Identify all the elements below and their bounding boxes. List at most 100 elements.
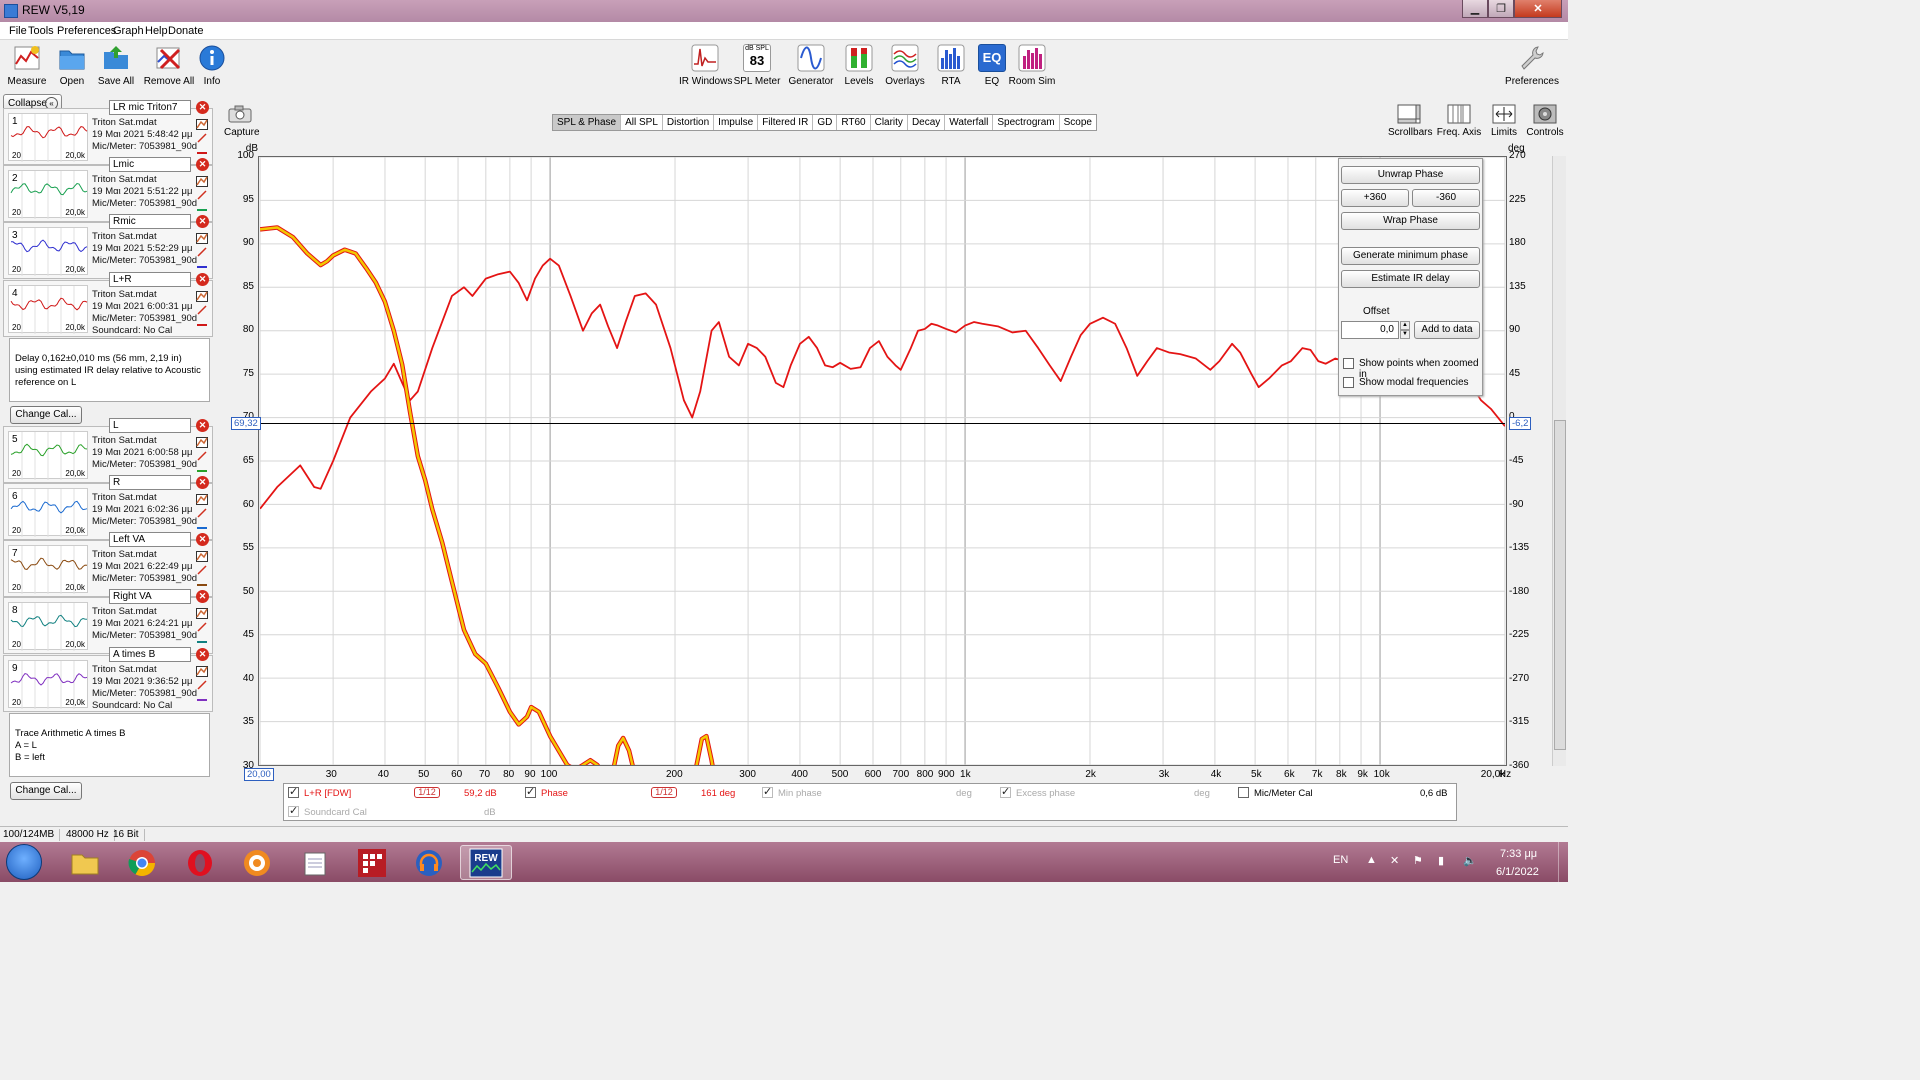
measurement-name-field[interactable]: Right VA (109, 589, 191, 604)
measurement-edit-icon[interactable] (196, 189, 208, 200)
tab-rt60[interactable]: RT60 (837, 115, 871, 130)
change-cal-button[interactable]: Change Cal... (10, 406, 82, 424)
spl-trace-checkbox[interactable] (288, 785, 299, 798)
unwrap-phase-button[interactable]: Unwrap Phase (1341, 166, 1480, 184)
measurement-name-field[interactable]: Lmic (109, 157, 191, 172)
spl-meter-button[interactable]: dB SPL 83 SPL Meter (731, 44, 783, 87)
add-to-data-button[interactable]: Add to data (1414, 321, 1480, 339)
measurement-color-icon[interactable] (196, 692, 208, 703)
measurement-edit-icon[interactable] (196, 507, 208, 518)
room-sim-button[interactable]: Room Sim (1006, 44, 1058, 87)
minus-360-button[interactable]: -360 (1412, 189, 1480, 207)
measurement-color-icon[interactable] (196, 145, 208, 156)
signal-icon[interactable]: ▮ (1438, 854, 1444, 867)
tab-waterfall[interactable]: Waterfall (945, 115, 994, 130)
taskbar-chrome[interactable] (116, 845, 168, 880)
measurement-name-field[interactable]: Rmic (109, 214, 191, 229)
offset-spin-up[interactable]: ▲ (1400, 321, 1410, 330)
measurement-edit-icon[interactable] (196, 621, 208, 632)
measurement-edit-icon[interactable] (196, 679, 208, 690)
levels-button[interactable]: Levels (833, 44, 885, 87)
info-button[interactable]: Info (186, 44, 238, 87)
tab-gd[interactable]: GD (813, 115, 838, 130)
delete-measurement-icon[interactable]: ✕ (196, 101, 209, 114)
measurement-thumbnail[interactable]: 3 20 20,0k (8, 227, 88, 276)
measurement-thumbnail[interactable]: 4 20 20,0k (8, 285, 88, 334)
measurement-edit-icon[interactable] (196, 564, 208, 575)
delete-measurement-icon[interactable]: ✕ (196, 419, 209, 432)
language-indicator[interactable]: EN (1333, 854, 1348, 866)
tab-decay[interactable]: Decay (908, 115, 946, 130)
capture-button[interactable]: Capture (224, 105, 260, 138)
measurement-settings-icon[interactable] (196, 551, 208, 562)
menu-help[interactable]: Help (145, 25, 168, 37)
soundcard-cal-checkbox[interactable] (288, 804, 299, 817)
spl-phase-plot[interactable] (258, 156, 1507, 766)
scrollbar-thumb[interactable] (1554, 420, 1566, 750)
show-modal-checkbox[interactable] (1343, 377, 1354, 388)
scrollbars-button[interactable]: Scrollbars (1388, 104, 1432, 138)
maximize-button[interactable]: ❐ (1488, 0, 1514, 18)
measurement-name-field[interactable]: A times B (109, 647, 191, 662)
taskbar-app-grid[interactable] (346, 845, 398, 880)
measurement-settings-icon[interactable] (196, 119, 208, 130)
taskbar-rew[interactable]: REW (460, 845, 512, 880)
measurement-color-icon[interactable] (196, 202, 208, 213)
generator-button[interactable]: Generator (785, 44, 837, 87)
taskbar-opera[interactable] (174, 845, 226, 880)
measurement-item[interactable]: 3 20 20,0k Rmic ✕ Triton Sat.mdat 19 Μαι 2021 … (3, 214, 213, 279)
freq-axis-button[interactable]: Freq. Axis (1436, 104, 1482, 138)
estimate-ir-delay-button[interactable]: Estimate IR delay (1341, 270, 1480, 288)
measurement-name-field[interactable]: Left VA (109, 532, 191, 547)
measurement-item[interactable]: 8 20 20,0k Right VA ✕ Triton Sat.mdat 19 Μαι 2… (3, 589, 213, 654)
offset-spin-down[interactable]: ▼ (1400, 330, 1410, 339)
close-button[interactable]: ✕ (1514, 0, 1562, 18)
generate-minimum-phase-button[interactable]: Generate minimum phase (1341, 247, 1480, 265)
measurement-settings-icon[interactable] (196, 176, 208, 187)
measurement-edit-icon[interactable] (196, 304, 208, 315)
measurement-name-field[interactable]: R (109, 475, 191, 490)
mic-cal-checkbox[interactable] (1238, 787, 1249, 798)
overlays-button[interactable]: Overlays (879, 44, 931, 87)
delete-measurement-icon[interactable]: ✕ (196, 590, 209, 603)
measurement-edit-icon[interactable] (196, 450, 208, 461)
measurement-thumbnail[interactable]: 9 20 20,0k (8, 660, 88, 709)
measurement-color-icon[interactable] (196, 259, 208, 270)
menu-graph[interactable]: Graph (113, 25, 144, 37)
tab-all-spl[interactable]: All SPL (621, 115, 663, 130)
volume-icon[interactable]: 🔈 (1463, 854, 1477, 867)
phase-trace-checkbox[interactable] (525, 785, 536, 798)
spl-smoothing-select[interactable]: 1/12 (414, 787, 440, 798)
measurement-name-field[interactable]: L+R (109, 272, 191, 287)
menu-file[interactable]: File (9, 25, 27, 37)
tab-spl-phase[interactable]: SPL & Phase (553, 115, 622, 130)
min-phase-checkbox[interactable] (762, 785, 773, 798)
measurement-settings-icon[interactable] (196, 608, 208, 619)
flag-icon[interactable]: ⚑ (1413, 854, 1423, 867)
measurement-color-icon[interactable] (196, 520, 208, 531)
show-points-checkbox[interactable] (1343, 358, 1354, 369)
offset-input[interactable]: 0,0 (1341, 321, 1399, 339)
phase-smoothing-select[interactable]: 1/12 (651, 787, 677, 798)
measurement-color-icon[interactable] (196, 463, 208, 474)
show-desktop-button[interactable] (1558, 842, 1568, 882)
menu-preferences[interactable]: Preferences (57, 25, 116, 37)
measurement-thumbnail[interactable]: 7 20 20,0k (8, 545, 88, 594)
measurement-thumbnail[interactable]: 2 20 20,0k (8, 170, 88, 219)
delete-measurement-icon[interactable]: ✕ (196, 648, 209, 661)
measurement-thumbnail[interactable]: 8 20 20,0k (8, 602, 88, 651)
start-button[interactable] (6, 844, 42, 880)
tab-scope[interactable]: Scope (1060, 115, 1096, 130)
vertical-scrollbar[interactable] (1552, 156, 1566, 766)
save-all-button[interactable]: Save All (90, 44, 142, 87)
measurement-edit-icon[interactable] (196, 132, 208, 143)
taskbar-explorer[interactable] (59, 845, 111, 880)
measurement-settings-icon[interactable] (196, 437, 208, 448)
measurement-color-icon[interactable] (196, 317, 208, 328)
measurement-item[interactable]: 9 20 20,0k A times B ✕ Triton Sat.mdat 19 Μαι … (3, 647, 213, 712)
measurement-thumbnail[interactable]: 6 20 20,0k (8, 488, 88, 537)
controls-button[interactable]: Controls (1526, 104, 1564, 138)
menu-donate[interactable]: Donate (168, 25, 203, 37)
measurement-item[interactable]: 4 20 20,0k L+R ✕ Triton Sat.mdat 19 Μαι 2021 6… (3, 272, 213, 337)
tab-impulse[interactable]: Impulse (714, 115, 759, 130)
